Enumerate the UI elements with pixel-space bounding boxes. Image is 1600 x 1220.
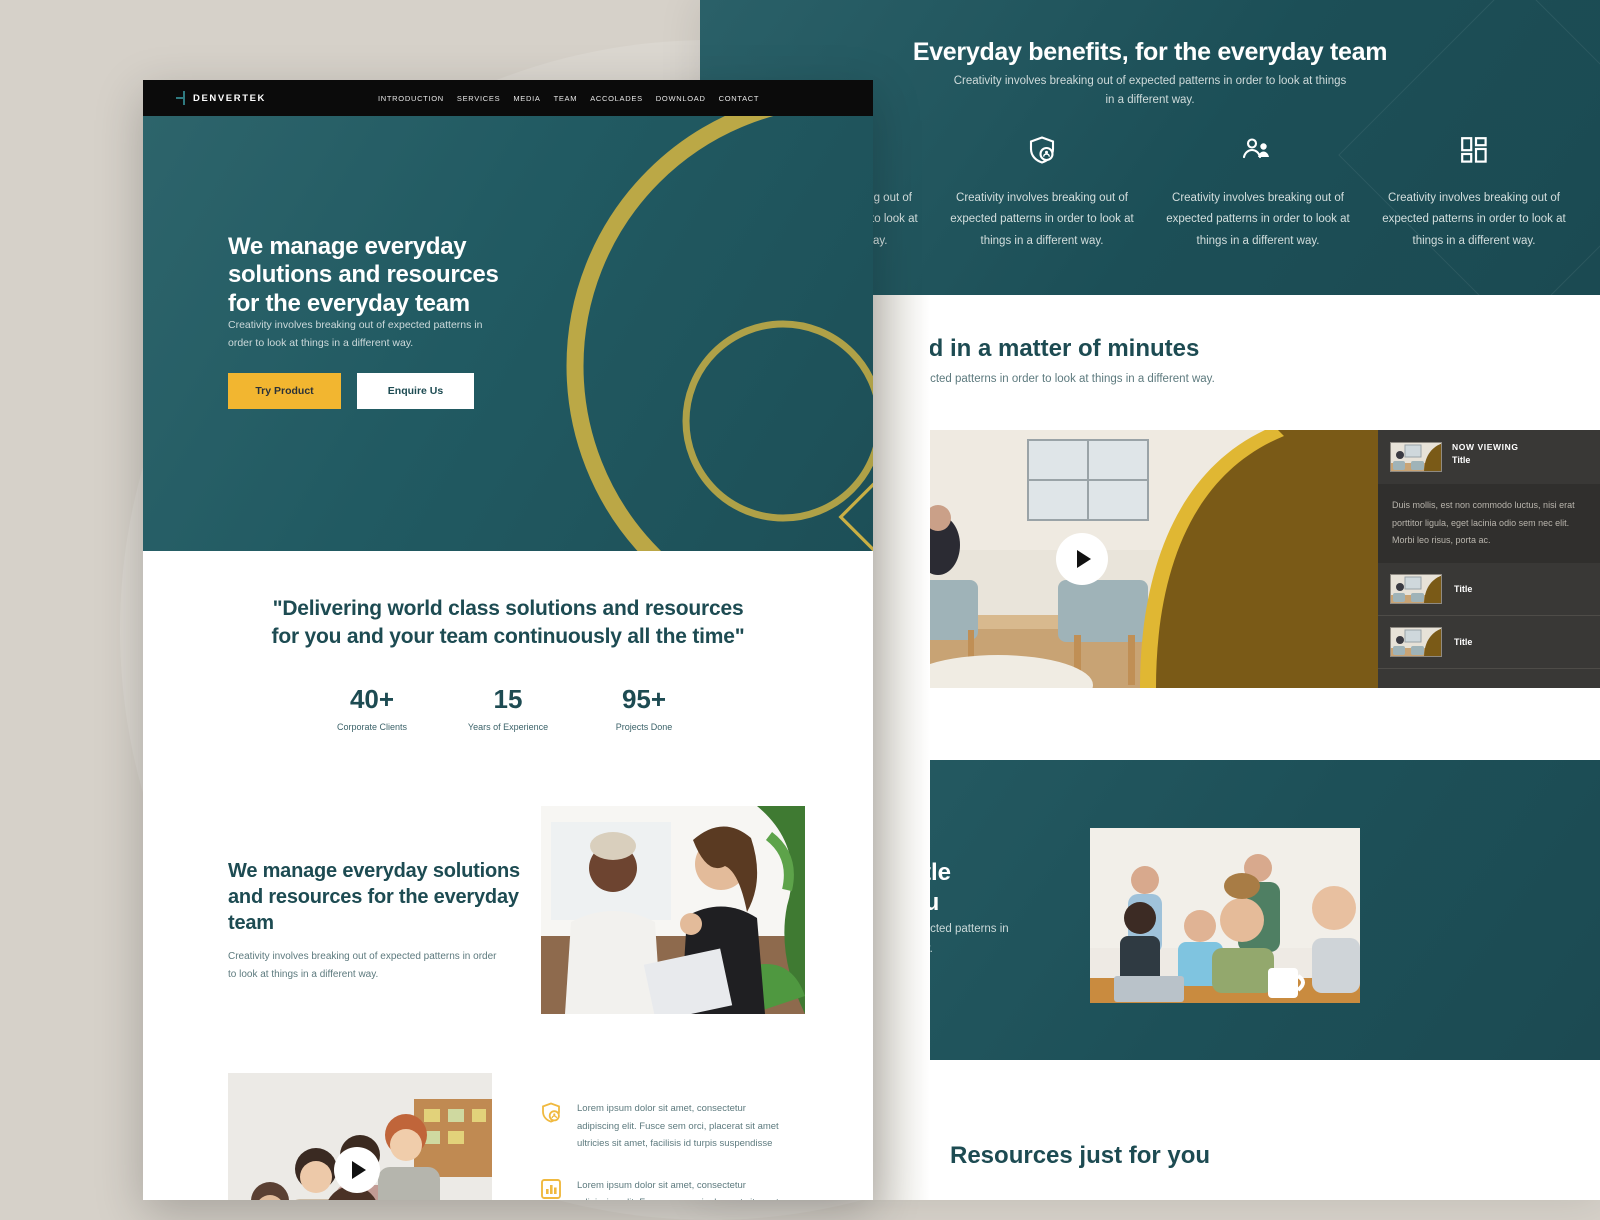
- quote-text: "Delivering world class solutions and re…: [271, 597, 745, 648]
- people-icon: [1162, 130, 1354, 170]
- hero-section: We manage everyday solutions and resourc…: [143, 116, 873, 551]
- stat-value: 95+: [621, 684, 667, 715]
- benefits-subtext: Creativity involves breaking out of expe…: [953, 75, 1347, 106]
- logo-text: DENVERTEK: [193, 92, 266, 104]
- nav-item-introduction[interactable]: INTRODUCTION: [378, 94, 444, 103]
- benefit-column: Creativity involves breaking out of expe…: [1150, 130, 1366, 252]
- now-viewing-label: NOW VIEWING: [1452, 442, 1519, 452]
- playlist-now-viewing[interactable]: NOW VIEWING Title: [1378, 430, 1600, 484]
- video-stage[interactable]: [878, 430, 1378, 688]
- stat-label: Years of Experience: [467, 722, 549, 733]
- playlist-item-title: Title: [1454, 636, 1473, 647]
- stat-corporate-clients: 40+ Corporate Clients: [327, 684, 417, 735]
- nav-links: INTRODUCTION SERVICES MEDIA TEAM ACCOLAD…: [378, 94, 759, 103]
- about-subtext: Creativity involves breaking out of expe…: [228, 951, 497, 980]
- quote-section: "Delivering world class solutions and re…: [143, 551, 873, 735]
- features-list: Lorem ipsum dolor sit amet, consectetur …: [541, 1100, 786, 1200]
- nav-item-accolades[interactable]: ACCOLADES: [590, 94, 643, 103]
- shield-user-icon: [541, 1100, 561, 1153]
- feature-item: Lorem ipsum dolor sit amet, consectetur …: [541, 1100, 786, 1153]
- shield-user-icon: [946, 130, 1138, 170]
- playlist-thumbnail: [1390, 626, 1442, 657]
- nav-item-media[interactable]: MEDIA: [513, 94, 540, 103]
- benefit-column: Creativity involves breaking out of expe…: [1366, 130, 1582, 252]
- hero-buttons: Try Product Enquire Us: [228, 373, 474, 409]
- grid-icon: [1378, 130, 1570, 170]
- prepared-photo: [1090, 828, 1360, 1003]
- bar-chart-icon: [541, 1177, 561, 1200]
- stats-row: 40+ Corporate Clients 15 Years of Experi…: [143, 684, 873, 735]
- nav-item-services[interactable]: SERVICES: [457, 94, 500, 103]
- playlist-item[interactable]: Title: [1378, 616, 1600, 669]
- stat-label: Projects Done: [615, 722, 673, 733]
- hero-heading: We manage everyday solutions and resourc…: [228, 233, 499, 317]
- playlist-spacer: [1378, 669, 1600, 703]
- logo[interactable]: DENVERTEK: [176, 91, 266, 105]
- benefit-column: Creativity involves breaking out of expe…: [934, 130, 1150, 252]
- resources-heading: Resources just for you: [950, 1142, 1211, 1169]
- feature-text: Lorem ipsum dolor sit amet, consectetur …: [577, 1179, 779, 1200]
- playlist-thumbnail: [1390, 573, 1442, 604]
- playlist-thumbnail: [1390, 442, 1442, 472]
- now-viewing-title: Title: [1452, 455, 1471, 465]
- features-photo[interactable]: [228, 1073, 492, 1200]
- feature-item: Lorem ipsum dolor sit amet, consectetur …: [541, 1177, 786, 1200]
- logo-mark-icon: [176, 91, 187, 105]
- nav-item-download[interactable]: DOWNLOAD: [656, 94, 706, 103]
- try-product-button[interactable]: Try Product: [228, 373, 341, 409]
- navbar: DENVERTEK INTRODUCTION SERVICES MEDIA TE…: [143, 80, 873, 116]
- enquire-us-button[interactable]: Enquire Us: [357, 373, 474, 409]
- stat-value: 15: [493, 684, 523, 715]
- stat-projects-done: 95+ Projects Done: [599, 684, 689, 735]
- playlist-item[interactable]: Title: [1378, 563, 1600, 616]
- stat-label: Corporate Clients: [336, 722, 408, 733]
- benefits-heading: Everyday benefits, for the everyday team: [912, 38, 1388, 66]
- play-button[interactable]: [334, 1147, 380, 1193]
- nav-item-team[interactable]: TEAM: [554, 94, 578, 103]
- video-playlist[interactable]: NOW VIEWING Title Duis mollis, est non c…: [1378, 430, 1600, 688]
- play-button[interactable]: [1056, 533, 1108, 585]
- about-photo: [541, 806, 805, 1014]
- left-page-preview: DENVERTEK INTRODUCTION SERVICES MEDIA TE…: [143, 80, 873, 1200]
- nav-item-contact[interactable]: CONTACT: [719, 94, 760, 103]
- playlist-description: Duis mollis, est non commodo luctus, nis…: [1378, 484, 1600, 563]
- playlist-item-title: Title: [1454, 583, 1473, 594]
- benefit-text: Creativity involves breaking out of expe…: [1382, 192, 1566, 247]
- hero-subtext: Creativity involves breaking out of expe…: [228, 319, 483, 350]
- video-player[interactable]: NOW VIEWING Title Duis mollis, est non c…: [878, 430, 1600, 688]
- page-left-shadow: [870, 295, 930, 1200]
- benefit-text: Creativity involves breaking out of expe…: [1166, 192, 1350, 247]
- stat-years-experience: 15 Years of Experience: [463, 684, 553, 735]
- stat-value: 40+: [349, 684, 395, 715]
- feature-text: Lorem ipsum dolor sit amet, consectetur …: [577, 1103, 779, 1150]
- benefit-text: Creativity involves breaking out of expe…: [950, 192, 1134, 247]
- about-heading: We manage everyday solutions and resourc…: [228, 860, 520, 934]
